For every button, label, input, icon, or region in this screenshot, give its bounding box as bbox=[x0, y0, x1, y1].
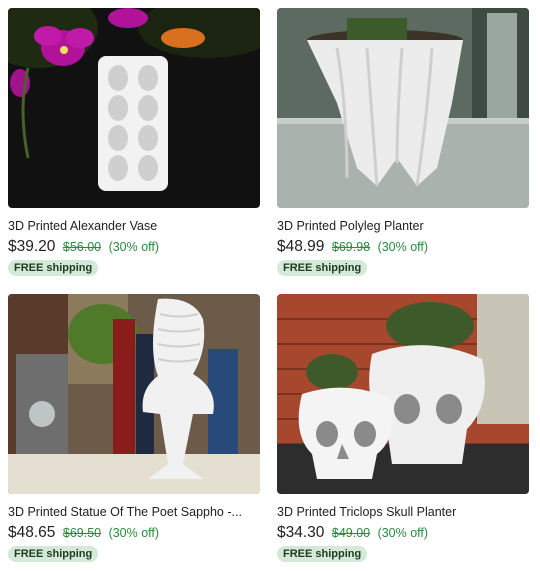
price-row: $39.20 $56.00 (30% off) bbox=[8, 238, 260, 256]
original-price: $69.50 bbox=[62, 526, 102, 540]
sale-price: $39.20 bbox=[8, 238, 56, 255]
discount-label: (30% off) bbox=[377, 240, 429, 254]
listing-card[interactable]: 3D Printed Alexander Vase $39.20 $56.00 … bbox=[8, 8, 260, 276]
original-price: $69.98 bbox=[331, 240, 371, 254]
free-shipping-badge: FREE shipping bbox=[8, 546, 99, 562]
listing-title[interactable]: 3D Printed Statue Of The Poet Sappho -..… bbox=[8, 505, 260, 519]
listing-image-sappho-statue[interactable] bbox=[8, 294, 260, 494]
free-shipping-badge: FREE shipping bbox=[8, 260, 99, 276]
listing-title[interactable]: 3D Printed Triclops Skull Planter bbox=[277, 505, 529, 519]
discount-label: (30% off) bbox=[108, 240, 160, 254]
price-row: $34.30 $49.00 (30% off) bbox=[277, 524, 529, 542]
original-price: $56.00 bbox=[62, 240, 102, 254]
listing-card[interactable]: 3D Printed Triclops Skull Planter $34.30… bbox=[277, 294, 529, 562]
discount-label: (30% off) bbox=[108, 526, 160, 540]
listing-grid: 3D Printed Alexander Vase $39.20 $56.00 … bbox=[0, 0, 540, 571]
original-price: $49.00 bbox=[331, 526, 371, 540]
listing-image-triclops-skull-planter[interactable] bbox=[277, 294, 529, 494]
listing-image-alexander-vase[interactable] bbox=[8, 8, 260, 208]
listing-card[interactable]: 3D Printed Statue Of The Poet Sappho -..… bbox=[8, 294, 260, 562]
listing-card[interactable]: 3D Printed Polyleg Planter $48.99 $69.98… bbox=[277, 8, 529, 276]
listing-title[interactable]: 3D Printed Polyleg Planter bbox=[277, 219, 529, 233]
free-shipping-badge: FREE shipping bbox=[277, 546, 368, 562]
sale-price: $48.99 bbox=[277, 238, 325, 255]
sale-price: $34.30 bbox=[277, 524, 325, 541]
discount-label: (30% off) bbox=[377, 526, 429, 540]
listing-image-polyleg-planter[interactable] bbox=[277, 8, 529, 208]
sale-price: $48.65 bbox=[8, 524, 56, 541]
price-row: $48.99 $69.98 (30% off) bbox=[277, 238, 529, 256]
free-shipping-badge: FREE shipping bbox=[277, 260, 368, 276]
listing-title[interactable]: 3D Printed Alexander Vase bbox=[8, 219, 260, 233]
price-row: $48.65 $69.50 (30% off) bbox=[8, 524, 260, 542]
